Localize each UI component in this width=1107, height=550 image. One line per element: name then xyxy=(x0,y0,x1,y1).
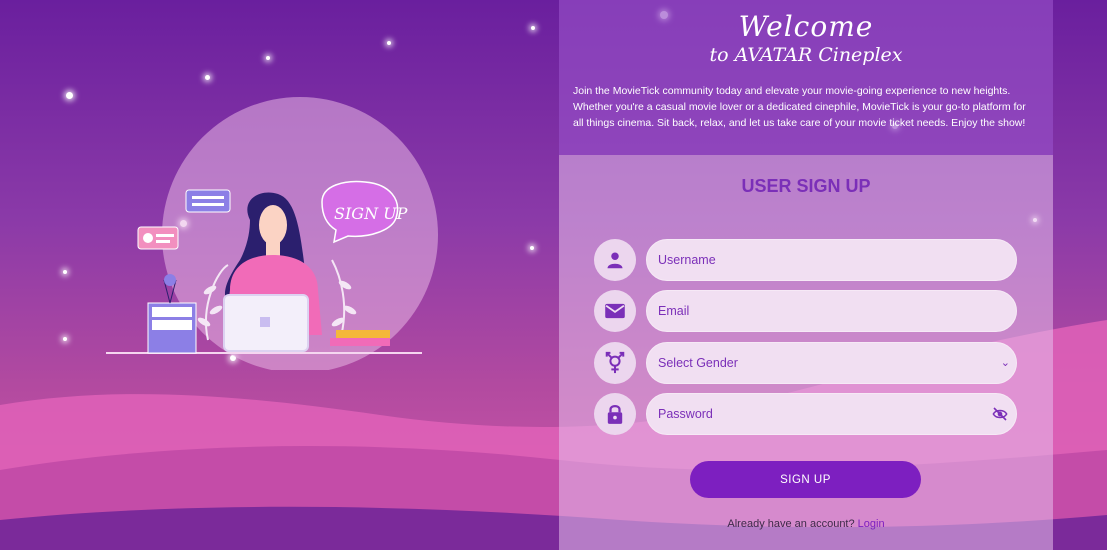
email-row xyxy=(594,290,1019,332)
gender-select[interactable]: Select Gender ⌄ xyxy=(646,342,1017,384)
gender-row: Select Gender ⌄ xyxy=(594,342,1019,384)
username-input[interactable] xyxy=(658,253,958,267)
signup-illustration: SIGN UP xyxy=(106,97,438,370)
speech-bubble-text: SIGN UP xyxy=(334,204,408,223)
user-icon xyxy=(594,239,636,281)
intro-text: Join the MovieTick community today and e… xyxy=(573,85,1026,129)
already-have-account-text: Already have an account? xyxy=(727,518,855,530)
username-field[interactable] xyxy=(646,239,1017,281)
email-field[interactable] xyxy=(646,290,1017,332)
mail-icon xyxy=(594,290,636,332)
login-prompt: Already have an account? Login xyxy=(559,518,1053,530)
email-input[interactable] xyxy=(658,304,958,318)
gender-selected-value: Select Gender xyxy=(658,356,738,370)
eye-off-icon[interactable] xyxy=(992,406,1008,425)
password-row xyxy=(594,393,1019,435)
form-title: USER SIGN UP xyxy=(741,176,871,196)
password-input[interactable] xyxy=(658,407,958,421)
chevron-down-icon[interactable]: ⌄ xyxy=(1001,356,1010,369)
username-row xyxy=(594,239,1019,281)
signup-panel: Welcome to AVATAR Cineplex Join the Movi… xyxy=(559,0,1053,550)
welcome-section: Welcome to AVATAR Cineplex Join the Movi… xyxy=(559,0,1053,155)
gender-icon xyxy=(594,342,636,384)
password-field[interactable] xyxy=(646,393,1017,435)
sign-up-button[interactable]: SIGN UP xyxy=(690,461,921,498)
welcome-subtitle: to AVATAR Cineplex xyxy=(709,44,903,66)
lock-icon xyxy=(594,393,636,435)
login-link[interactable]: Login xyxy=(858,518,885,530)
welcome-title: Welcome xyxy=(738,10,874,43)
